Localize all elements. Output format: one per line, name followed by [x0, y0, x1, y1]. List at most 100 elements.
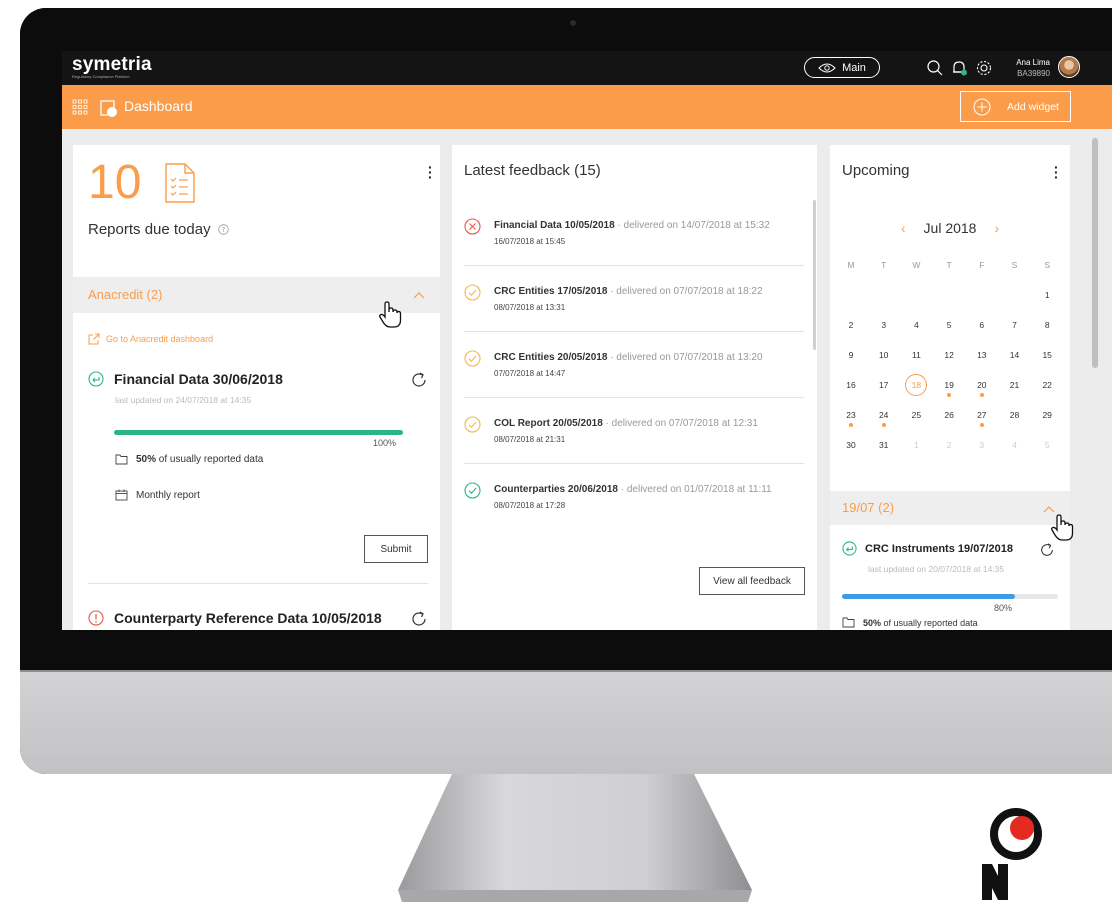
hand-cursor-icon	[1051, 514, 1074, 541]
refresh-icon[interactable]	[410, 371, 428, 389]
upcoming-group-header[interactable]: 19/07 (2)	[830, 491, 1070, 525]
calendar-day[interactable]: 28	[999, 410, 1031, 420]
chevron-up-icon[interactable]	[1043, 505, 1055, 513]
calendar-day[interactable]: 17	[868, 380, 900, 390]
stage: symetria Regulatory Compliance Platform …	[0, 0, 1112, 902]
warning-check-icon	[464, 350, 481, 367]
calendar-day[interactable]: 13	[966, 350, 998, 360]
feedback-item[interactable]: CRC Entities 20/05/2018 · delivered on 0…	[464, 350, 814, 390]
upcoming-group-label: 19/07 (2)	[842, 500, 895, 515]
calendar-day[interactable]: 24	[868, 410, 900, 420]
error-alert-icon	[88, 610, 104, 626]
calendar-day[interactable]: 30	[835, 440, 867, 450]
user-avatar[interactable]	[1058, 56, 1080, 78]
usually-reported-row: 50% of usually reported data	[842, 617, 978, 628]
feedback-divider	[464, 331, 804, 332]
calendar-day[interactable]: 25	[900, 410, 932, 420]
calendar-event-dot	[947, 393, 952, 397]
calendar-day[interactable]: 29	[1031, 410, 1063, 420]
crc-instruments-title: CRC Instruments 19/07/2018	[865, 542, 1013, 555]
latest-feedback-widget: Latest feedback (15) Financial Data 10/0…	[452, 145, 817, 630]
calendar-day[interactable]: 8	[1031, 320, 1063, 330]
refresh-icon[interactable]	[410, 610, 428, 628]
view-all-feedback-button[interactable]: View all feedback	[699, 567, 805, 595]
feedback-item[interactable]: Counterparties 20/06/2018 · delivered on…	[464, 482, 814, 522]
calendar-day[interactable]: 7	[999, 320, 1031, 330]
feedback-item[interactable]: CRC Entities 17/05/2018 · delivered on 0…	[464, 284, 814, 324]
top-bar: symetria Regulatory Compliance Platform …	[62, 51, 1112, 85]
calendar-day[interactable]: 5	[1031, 440, 1063, 450]
calendar-day[interactable]: 27	[966, 410, 998, 420]
calendar-day[interactable]: 22	[1031, 380, 1063, 390]
calendar-month-label: Jul 2018	[923, 220, 977, 236]
progress-fill	[114, 430, 403, 435]
calendar-day[interactable]: 5	[933, 320, 965, 330]
app-grid-icon[interactable]	[72, 99, 88, 115]
dashboard-header-bar: Dashboard Add widget	[62, 85, 1112, 129]
calendar-day[interactable]: 21	[999, 380, 1031, 390]
calendar-day[interactable]: 20	[966, 380, 998, 390]
report-frequency-row: Monthly report	[115, 489, 200, 501]
calendar-day[interactable]: 1	[1031, 290, 1063, 300]
report-frequency-label: Monthly report	[136, 489, 200, 501]
brand-logo[interactable]: symetria Regulatory Compliance Platform	[72, 54, 152, 79]
calendar-day[interactable]: 4	[999, 440, 1031, 450]
calendar-day[interactable]: 9	[835, 350, 867, 360]
reports-due-label: Reports due today ?	[88, 221, 229, 238]
feedback-date: 08/07/2018 at 13:31	[494, 303, 566, 312]
calendar-day[interactable]: 12	[933, 350, 965, 360]
notification-bell-icon[interactable]	[950, 59, 968, 77]
calendar-day[interactable]: 4	[900, 320, 932, 330]
refresh-icon[interactable]	[1039, 542, 1055, 558]
prev-month-icon[interactable]: ‹	[901, 220, 906, 236]
next-month-icon[interactable]: ›	[994, 220, 999, 236]
crc-instruments-item[interactable]: CRC Instruments 19/07/2018	[842, 541, 1013, 556]
upcoming-more-menu-icon[interactable]: · · ·	[1054, 160, 1059, 184]
calendar-day[interactable]: 15	[1031, 350, 1063, 360]
financial-data-item[interactable]: Financial Data 30/06/2018	[88, 371, 283, 387]
calendar-day[interactable]: 2	[933, 440, 965, 450]
search-icon[interactable]	[926, 59, 944, 77]
calendar-day[interactable]: 31	[868, 440, 900, 450]
feedback-item[interactable]: Financial Data 10/05/2018 · delivered on…	[464, 218, 814, 258]
calendar-weekday: W	[912, 260, 921, 270]
warning-check-icon	[464, 416, 481, 433]
crc-instruments-progress-bar	[842, 594, 1058, 599]
environment-switch-button[interactable]: Main	[804, 57, 880, 78]
calendar-weekday: T	[881, 260, 887, 270]
calendar-day[interactable]: 1	[900, 440, 932, 450]
feedback-date: 16/07/2018 at 15:45	[494, 237, 566, 246]
calendar-day[interactable]: 19	[933, 380, 965, 390]
calendar-day[interactable]: 16	[835, 380, 867, 390]
calendar-day[interactable]: 3	[868, 320, 900, 330]
calendar-day[interactable]: 26	[933, 410, 965, 420]
anacredit-dashboard-link[interactable]: Go to Anacredit dashboard	[88, 333, 213, 345]
calendar-today[interactable]: 18	[905, 374, 928, 396]
calendar-day[interactable]: 2	[835, 320, 867, 330]
calendar-day[interactable]: 14	[999, 350, 1031, 360]
add-widget-button[interactable]: Add widget	[960, 91, 1071, 122]
calendar-day[interactable]: 10	[868, 350, 900, 360]
feedback-separator: ·	[617, 220, 621, 231]
calendar-day[interactable]: 11	[900, 350, 932, 360]
feedback-item[interactable]: COL Report 20/05/2018 · delivered on 07/…	[464, 416, 814, 456]
hand-cursor-icon	[379, 301, 402, 328]
chevron-up-icon[interactable]	[413, 291, 425, 299]
calendar-day[interactable]: 6	[966, 320, 998, 330]
page-scrollbar[interactable]	[1092, 138, 1098, 368]
reports-more-menu-icon[interactable]: · · ·	[428, 160, 433, 184]
usually-reported-pct: 50%	[136, 454, 157, 465]
item-divider	[88, 583, 428, 584]
calendar-day[interactable]: 18	[900, 374, 932, 396]
feedback-report-name: COL Report 20/05/2018	[494, 418, 603, 429]
submit-button[interactable]: Submit	[364, 535, 428, 563]
settings-gear-icon[interactable]	[975, 59, 993, 77]
crc-instruments-updated: last updated on 20/07/2018 at 14:35	[868, 564, 1005, 574]
user-info[interactable]: Ana Lima BA39890	[1000, 57, 1050, 79]
feedback-separator: ·	[605, 418, 609, 429]
help-icon[interactable]: ?	[218, 224, 229, 235]
calendar-day[interactable]: 23	[835, 410, 867, 420]
counterparty-reference-item[interactable]: Counterparty Reference Data 10/05/2018	[88, 610, 382, 626]
calendar-day[interactable]: 3	[966, 440, 998, 450]
financial-data-progress-bar	[114, 430, 403, 435]
